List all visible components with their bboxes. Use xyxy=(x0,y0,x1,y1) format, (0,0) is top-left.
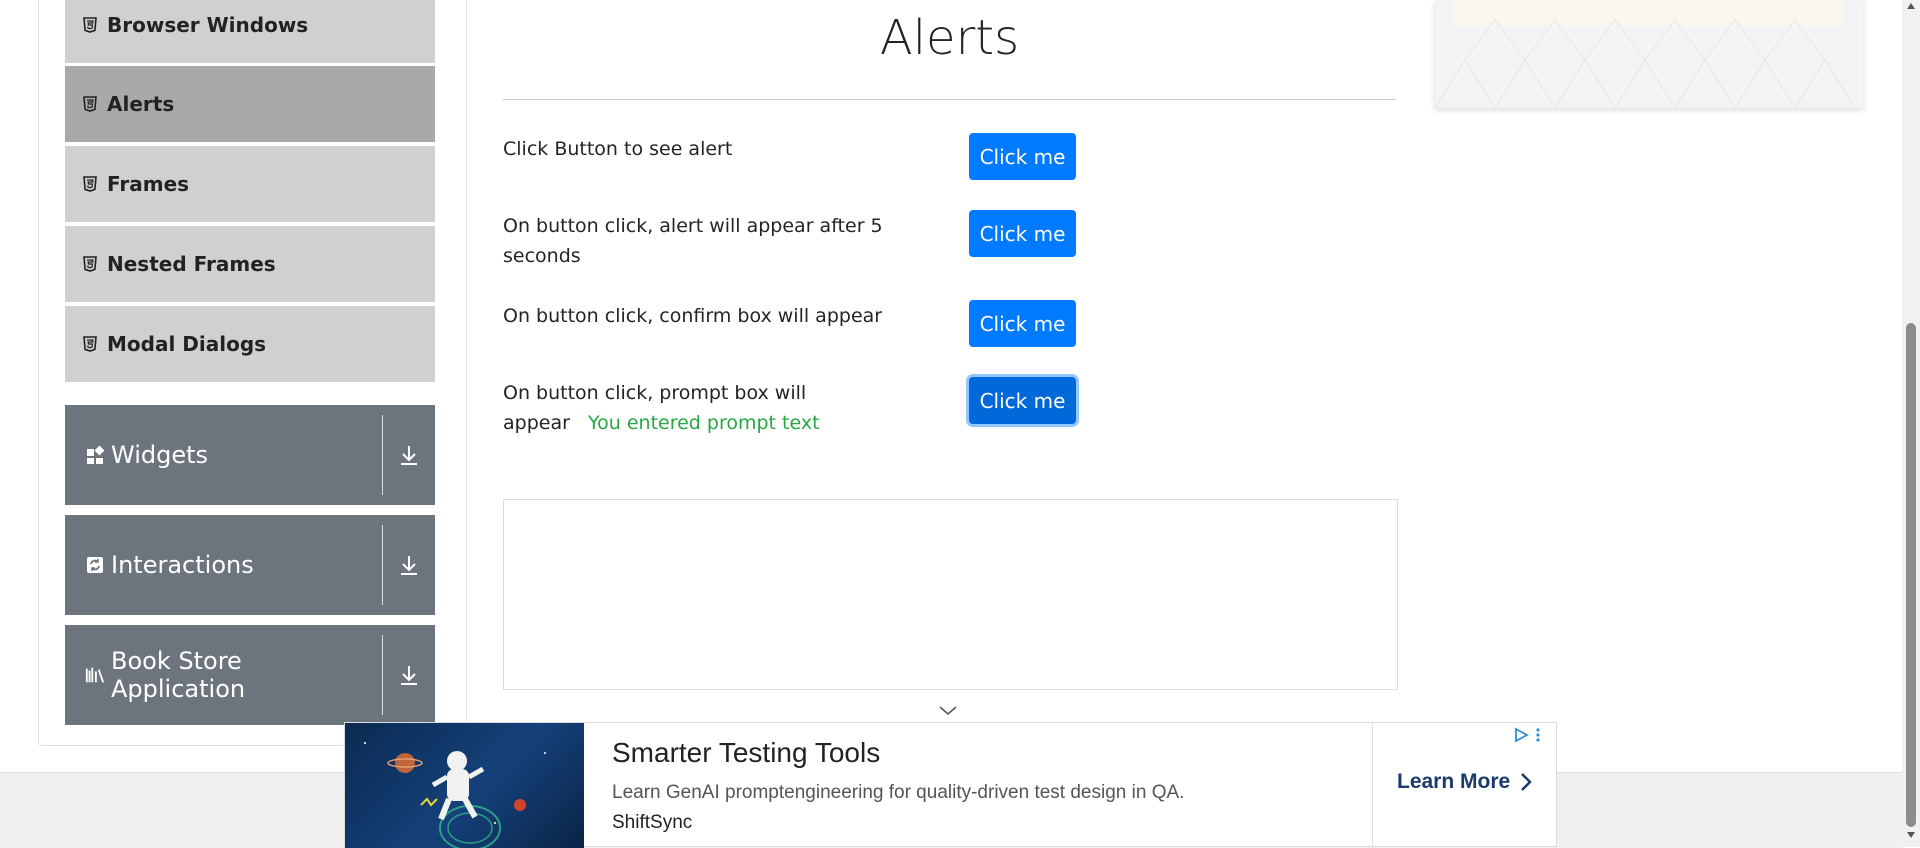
sidebar-group-widgets[interactable]: Widgets xyxy=(65,405,435,505)
sidebar-item-label: Browser Windows xyxy=(107,13,309,37)
learn-more-button[interactable]: Learn More xyxy=(1397,770,1534,794)
sidebar-item-label: Alerts xyxy=(107,92,175,116)
prompt-result: You entered prompt text xyxy=(588,412,820,434)
side-ad[interactable] xyxy=(1435,0,1863,108)
astronaut-image xyxy=(345,723,584,848)
alert-button[interactable]: Click me xyxy=(969,133,1076,180)
html5-icon xyxy=(83,17,97,33)
download-icon[interactable] xyxy=(383,625,435,725)
divider xyxy=(1372,723,1373,848)
download-icon[interactable] xyxy=(383,405,435,505)
ad-placeholder xyxy=(503,499,1398,690)
adchoices-icon[interactable] xyxy=(1513,727,1529,743)
sidebar-item-alerts[interactable]: Alerts xyxy=(65,66,435,144)
confirm-button[interactable]: Click me xyxy=(969,300,1076,347)
sidebar-item-label: Frames xyxy=(107,172,190,196)
sidebar-group-interactions[interactable]: Interactions xyxy=(65,515,435,615)
books-icon xyxy=(85,665,105,685)
sidebar-item-browser-windows[interactable]: Browser Windows xyxy=(65,0,435,65)
html5-icon xyxy=(83,256,97,272)
vertical-scrollbar[interactable] xyxy=(1902,0,1920,847)
confirm-description: On button click, confirm box will appear xyxy=(503,305,883,327)
bottom-ad-banner[interactable]: Smarter Testing Tools Learn GenAI prompt… xyxy=(344,722,1557,848)
html5-icon xyxy=(83,96,97,112)
timer-alert-description: On button click, alert will appear after… xyxy=(503,215,883,267)
more-vert-icon[interactable] xyxy=(1535,727,1541,743)
sidebar-group-label: Interactions xyxy=(111,551,254,579)
scroll-down-icon[interactable] xyxy=(1907,832,1915,838)
download-icon[interactable] xyxy=(383,515,435,615)
prompt-button[interactable]: Click me xyxy=(969,377,1076,424)
ad-description: Learn GenAI promptengineering for qualit… xyxy=(612,782,1185,803)
timer-alert-button[interactable]: Click me xyxy=(969,210,1076,257)
sidebar-group-label: Book Store Application xyxy=(111,647,246,703)
sidebar-group-book-store[interactable]: Book Store Application xyxy=(65,625,435,725)
prompt-description: On button click, prompt box will appear … xyxy=(503,382,820,434)
alert-description: Click Button to see alert xyxy=(503,138,733,160)
sidebar-item-label: Nested Frames xyxy=(107,252,276,276)
sidebar-item-label: Modal Dialogs xyxy=(107,332,267,356)
chevron-down-icon[interactable] xyxy=(937,704,959,716)
html5-icon xyxy=(83,176,97,192)
sidebar-item-nested-frames[interactable]: Nested Frames xyxy=(65,226,435,304)
sidebar-item-modal-dialogs[interactable]: Modal Dialogs xyxy=(65,306,435,384)
ad-brand: ShiftSync xyxy=(612,812,693,833)
html5-icon xyxy=(83,336,97,352)
ad-choices[interactable] xyxy=(1513,727,1549,743)
scrollbar-thumb[interactable] xyxy=(1906,323,1916,827)
scroll-up-icon[interactable] xyxy=(1907,3,1915,9)
page-title: Alerts xyxy=(879,10,1020,66)
pattern-background xyxy=(1435,19,1856,108)
sidebar-item-frames[interactable]: Frames xyxy=(65,146,435,224)
sync-icon xyxy=(85,555,105,575)
ad-title[interactable]: Smarter Testing Tools xyxy=(612,737,880,769)
divider xyxy=(503,99,1396,100)
chevron-right-icon xyxy=(1521,773,1532,791)
grid-icon xyxy=(85,445,105,465)
sidebar-group-label: Widgets xyxy=(111,441,209,469)
